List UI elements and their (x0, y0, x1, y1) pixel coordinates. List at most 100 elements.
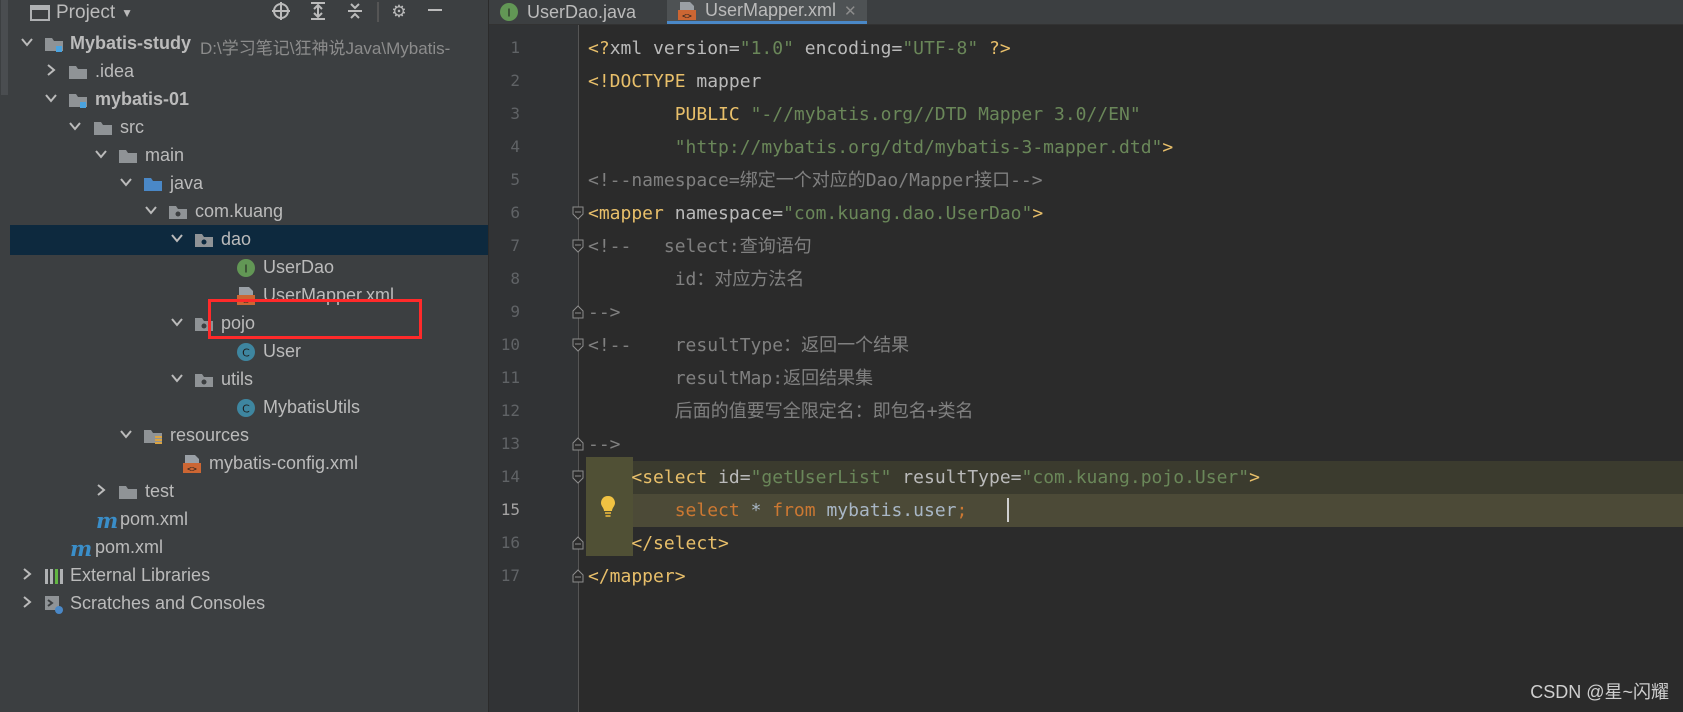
header-divider (377, 2, 379, 22)
svg-text:I: I (507, 7, 510, 20)
svg-text:I: I (244, 263, 247, 276)
folder-icon (118, 483, 138, 501)
tree-item-mybatis-01[interactable]: mybatis-01 (10, 85, 488, 115)
code-line-15[interactable]: select * from mybatis.user; (588, 494, 968, 527)
collapse-all-icon[interactable] (344, 1, 366, 23)
code-line-14[interactable]: <select id="getUserList" resultType="com… (588, 461, 1260, 494)
line-number: 5 (510, 170, 520, 189)
tree-item-utils[interactable]: utils (10, 365, 488, 395)
code-line-2[interactable]: <!DOCTYPE mapper (588, 65, 761, 98)
libraries-icon (44, 567, 64, 585)
text-cursor (1007, 498, 1009, 522)
code-line-7[interactable]: <!-- select:查询语句 (588, 230, 812, 263)
chevron-right-icon[interactable] (20, 567, 34, 581)
code-line-9[interactable]: --> (588, 296, 621, 329)
code-line-10[interactable]: <!-- resultType：返回一个结果 (588, 329, 909, 362)
tree-label: .idea (95, 61, 135, 81)
tree-label: dao (221, 229, 252, 249)
chevron-down-icon[interactable] (20, 35, 34, 49)
tree-item-root-pom-xml[interactable]: m pom.xml (10, 533, 488, 563)
project-panel-header: Project ▼ ⚙ (10, 0, 488, 24)
code-line-12[interactable]: 后面的值要写全限定名：即包名+类名 (588, 395, 974, 428)
minimize-icon[interactable] (424, 1, 446, 23)
package-icon (194, 371, 214, 389)
tree-item-mybatis-study[interactable]: Mybatis-study D:\学习笔记\狂神说Java\Mybatis- (10, 29, 488, 59)
chevron-down-icon[interactable] (94, 147, 108, 161)
fold-open-icon[interactable] (571, 206, 585, 220)
code-line-13[interactable]: --> (588, 428, 621, 461)
project-icon (30, 5, 50, 21)
chevron-down-icon[interactable] (44, 91, 58, 105)
chevron-down-icon[interactable] (170, 315, 184, 329)
fold-close-icon[interactable] (571, 305, 585, 319)
fold-close-icon[interactable] (571, 569, 585, 583)
fold-open-icon[interactable] (571, 239, 585, 253)
code-line-3[interactable]: PUBLIC "-//mybatis.org//DTD Mapper 3.0//… (588, 98, 1141, 131)
tree-item-main[interactable]: main (10, 141, 488, 171)
fold-guide-line (578, 25, 579, 712)
chevron-down-icon[interactable] (119, 427, 133, 441)
code-line-5[interactable]: <!--namespace=绑定一个对应的Dao/Mapper接口--> (588, 164, 1043, 197)
tab-usermapper-xml[interactable]: <> UserMapper.xml ✕ (667, 0, 867, 24)
tree-item-java[interactable]: java (10, 169, 488, 199)
lightbulb-icon[interactable] (598, 494, 618, 518)
tree-item-idea[interactable]: .idea (10, 57, 488, 87)
fold-open-icon[interactable] (571, 470, 585, 484)
tree-item-userdao[interactable]: I UserDao (10, 253, 488, 283)
close-icon[interactable]: ✕ (844, 2, 857, 20)
tree-item-scratches[interactable]: Scratches and Consoles (10, 589, 488, 619)
chevron-down-icon[interactable] (170, 231, 184, 245)
chevron-down-icon[interactable]: ▼ (121, 6, 133, 20)
tree-item-src[interactable]: src (10, 113, 488, 143)
tree-label: pom.xml (120, 509, 189, 529)
chevron-right-icon[interactable] (20, 595, 34, 609)
gear-icon[interactable]: ⚙ (388, 1, 410, 23)
tree-label: test (145, 481, 175, 501)
tree-item-external-libraries[interactable]: External Libraries (10, 561, 488, 591)
interface-icon: I (236, 258, 256, 277)
project-tool-tab[interactable] (1, 0, 8, 95)
svg-text:C: C (242, 347, 250, 360)
code-line-1[interactable]: <?xml version="1.0" encoding="UTF-8" ?> (588, 32, 1011, 65)
code-line-17[interactable]: </mapper> (588, 560, 686, 593)
tree-item-mybatisutils[interactable]: C MybatisUtils (10, 393, 488, 423)
code-line-6[interactable]: <mapper namespace="com.kuang.dao.UserDao… (588, 197, 1043, 230)
tree-item-test[interactable]: test (10, 477, 488, 507)
fold-close-icon[interactable] (571, 437, 585, 451)
tree-label: com.kuang (195, 201, 284, 221)
chevron-down-icon[interactable] (170, 371, 184, 385)
class-icon: C (236, 342, 256, 361)
highlight-annotation-box (208, 299, 422, 339)
chevron-right-icon[interactable] (44, 63, 58, 77)
folder-icon (93, 119, 113, 137)
tree-item-com-kuang[interactable]: com.kuang (10, 197, 488, 227)
code-line-8[interactable]: id：对应方法名 (588, 263, 805, 296)
project-path: D:\学习笔记\狂神说Java\Mybatis- (200, 39, 451, 58)
tree-label: utils (221, 369, 254, 389)
chevron-down-icon[interactable] (144, 203, 158, 217)
locate-icon[interactable] (270, 1, 292, 23)
tree-item-mybatis-config-xml[interactable]: <> mybatis-config.xml (10, 449, 488, 479)
line-number: 13 (500, 434, 520, 453)
tree-item-dao[interactable]: dao (10, 225, 488, 255)
expand-all-icon[interactable] (307, 1, 329, 23)
line-number: 17 (500, 566, 520, 585)
tree-item-module-pom-xml[interactable]: m pom.xml (10, 505, 488, 535)
code-line-4[interactable]: "http://mybatis.org/dtd/mybatis-3-mapper… (588, 131, 1174, 164)
tab-userdao-java[interactable]: I UserDao.java (499, 0, 659, 24)
project-view-selector[interactable]: Project ▼ (30, 2, 133, 24)
watermark: CSDN @星~闪耀 (1530, 682, 1669, 702)
tab-label: UserDao.java (527, 1, 637, 22)
tree-item-resources[interactable]: resources (10, 421, 488, 451)
line-number: 4 (510, 137, 520, 156)
maven-icon: m (96, 508, 119, 533)
chevron-down-icon[interactable] (68, 119, 82, 133)
tree-item-user[interactable]: C User (10, 337, 488, 367)
chevron-down-icon[interactable] (119, 175, 133, 189)
chevron-right-icon[interactable] (94, 483, 108, 497)
line-number: 14 (500, 467, 520, 486)
fold-close-icon[interactable] (571, 536, 585, 550)
code-line-11[interactable]: resultMap:返回结果集 (588, 362, 873, 395)
fold-open-icon[interactable] (571, 338, 585, 352)
code-line-16[interactable]: </select> (588, 527, 729, 560)
